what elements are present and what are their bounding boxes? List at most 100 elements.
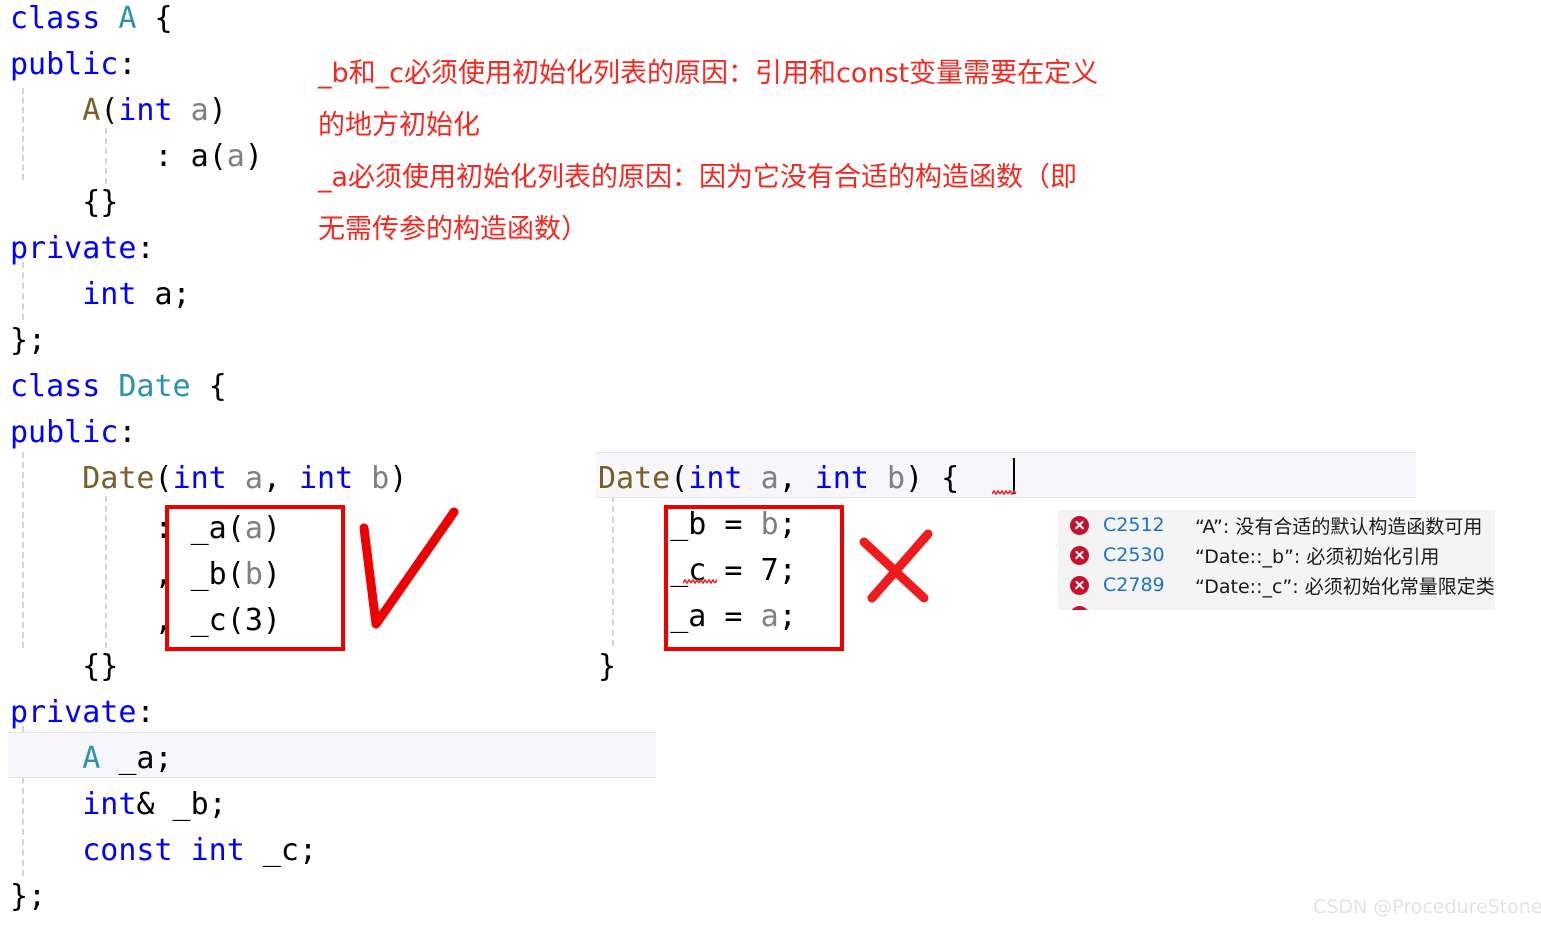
code-token: class <box>10 1 101 36</box>
code-token: ) { <box>905 461 960 496</box>
code-token: b <box>760 507 779 542</box>
csdn-watermark: CSDN @ProcedureStone <box>1313 896 1541 918</box>
code-line[interactable]: class Date { <box>10 364 227 410</box>
code-line[interactable]: }; <box>10 318 46 364</box>
code-line[interactable]: public: <box>10 410 136 456</box>
error-list-row[interactable]: C2789 “Date::_c”: 必须初始化常量限定类型的对象 <box>1058 570 1495 600</box>
annotation-note-line: _b和_c必须使用初始化列表的原因：引用和const变量需要在定义 <box>318 58 1099 89</box>
annotation-note-line: 的地方初始化 <box>318 110 480 141</box>
code-token: Date <box>598 461 671 496</box>
code-token: , <box>10 603 191 638</box>
code-token: {} <box>10 185 119 220</box>
code-token: } <box>598 649 617 684</box>
code-token: ( <box>208 139 227 174</box>
code-line[interactable]: _c = 7; <box>598 548 797 594</box>
code-token: ) <box>389 461 408 496</box>
code-line[interactable]: }; <box>10 874 46 920</box>
code-token: _a; <box>100 741 173 776</box>
code-line[interactable]: Date(int a, int b) { <box>598 456 959 502</box>
code-token: _a <box>190 511 227 546</box>
code-token: ( <box>670 461 689 496</box>
error-icon <box>1070 515 1089 535</box>
code-token: const <box>82 833 173 868</box>
code-token: b <box>887 461 906 496</box>
error-icon <box>1070 605 1089 610</box>
code-token: ( <box>100 93 119 128</box>
code-line[interactable]: private: <box>10 690 155 736</box>
code-token: _b = <box>598 507 761 542</box>
code-line[interactable]: _a = a; <box>598 594 796 640</box>
code-token: int <box>190 833 245 868</box>
code-token: : <box>10 139 191 174</box>
code-token: ; <box>778 507 797 542</box>
code-line[interactable]: : a(a) <box>10 134 262 180</box>
code-token: ( <box>226 557 245 592</box>
code-line[interactable]: {} <box>10 644 118 690</box>
code-line[interactable]: : _a(a) <box>10 506 281 552</box>
code-line[interactable]: const int _c; <box>10 828 317 874</box>
error-message: “Date::_c”: 必须初始化常量限定类型的对象 <box>1195 575 1495 598</box>
code-token: {} <box>10 649 119 684</box>
code-token: a <box>760 599 779 634</box>
cross-mark-icon <box>859 529 933 603</box>
code-line[interactable]: public: <box>10 42 136 88</box>
code-token: public <box>10 415 119 450</box>
code-line[interactable]: class A { <box>10 0 173 42</box>
error-code: C2530 <box>1103 544 1165 566</box>
code-token: int <box>299 461 354 496</box>
code-token: _c = <box>598 553 761 588</box>
error-squiggle-brace <box>992 489 1016 496</box>
code-line[interactable]: Date(int a, int b) <box>10 456 407 502</box>
code-token: b <box>371 461 390 496</box>
code-token: A <box>82 741 101 776</box>
code-token: : <box>136 231 155 266</box>
code-line[interactable]: } <box>598 644 616 690</box>
code-token: : <box>118 415 137 450</box>
code-token: int <box>688 461 743 496</box>
code-line[interactable]: int a; <box>10 272 190 318</box>
error-list-panel[interactable]: C2512 “A”: 没有合适的默认构造函数可用C2530 “Date::_b”: … <box>1058 510 1495 610</box>
code-line[interactable]: A(int a) <box>10 88 227 134</box>
code-token: a <box>760 461 779 496</box>
error-list-row[interactable]: C2530 “Date::_b”: 必须初始化引用 <box>1058 540 1495 570</box>
code-line[interactable]: A _a; <box>10 736 173 782</box>
code-token: int <box>172 461 227 496</box>
code-token: { <box>190 369 227 404</box>
code-line[interactable]: int& _b; <box>10 782 227 828</box>
code-token: int <box>82 277 137 312</box>
code-token: : <box>10 511 191 546</box>
code-token: 7 <box>760 553 779 588</box>
error-code: C2789 <box>1103 574 1165 596</box>
error-squiggle-underscore-c <box>683 578 717 585</box>
code-token: }; <box>10 879 47 914</box>
error-message: “A”: 没有合适的默认构造函数可用 <box>1195 515 1483 538</box>
code-line[interactable]: {} <box>10 180 118 226</box>
code-token: ; <box>778 553 797 588</box>
code-token: a <box>190 93 209 128</box>
code-token: int <box>814 461 869 496</box>
code-token: ) <box>208 93 227 128</box>
code-token: a <box>190 139 209 174</box>
code-token: ) <box>262 511 281 546</box>
code-token: b <box>244 557 263 592</box>
error-list-row[interactable] <box>1058 600 1495 610</box>
code-line[interactable]: , _b(b) <box>10 552 280 598</box>
code-line[interactable]: private: <box>10 226 155 272</box>
error-list-row[interactable]: C2512 “A”: 没有合适的默认构造函数可用 <box>1058 510 1495 540</box>
code-editor[interactable]: class A {public: A(int a) : a(a) {} priva… <box>0 0 1541 926</box>
error-code: C2512 <box>1103 514 1165 536</box>
error-message: “Date::_b”: 必须初始化引用 <box>1195 545 1440 568</box>
code-line[interactable]: _b = b; <box>598 502 797 548</box>
code-token: , <box>778 461 815 496</box>
annotation-note-line: 无需传参的构造函数） <box>318 214 588 245</box>
code-token: Date <box>118 369 191 404</box>
code-line[interactable]: , _c(3) <box>10 598 280 644</box>
